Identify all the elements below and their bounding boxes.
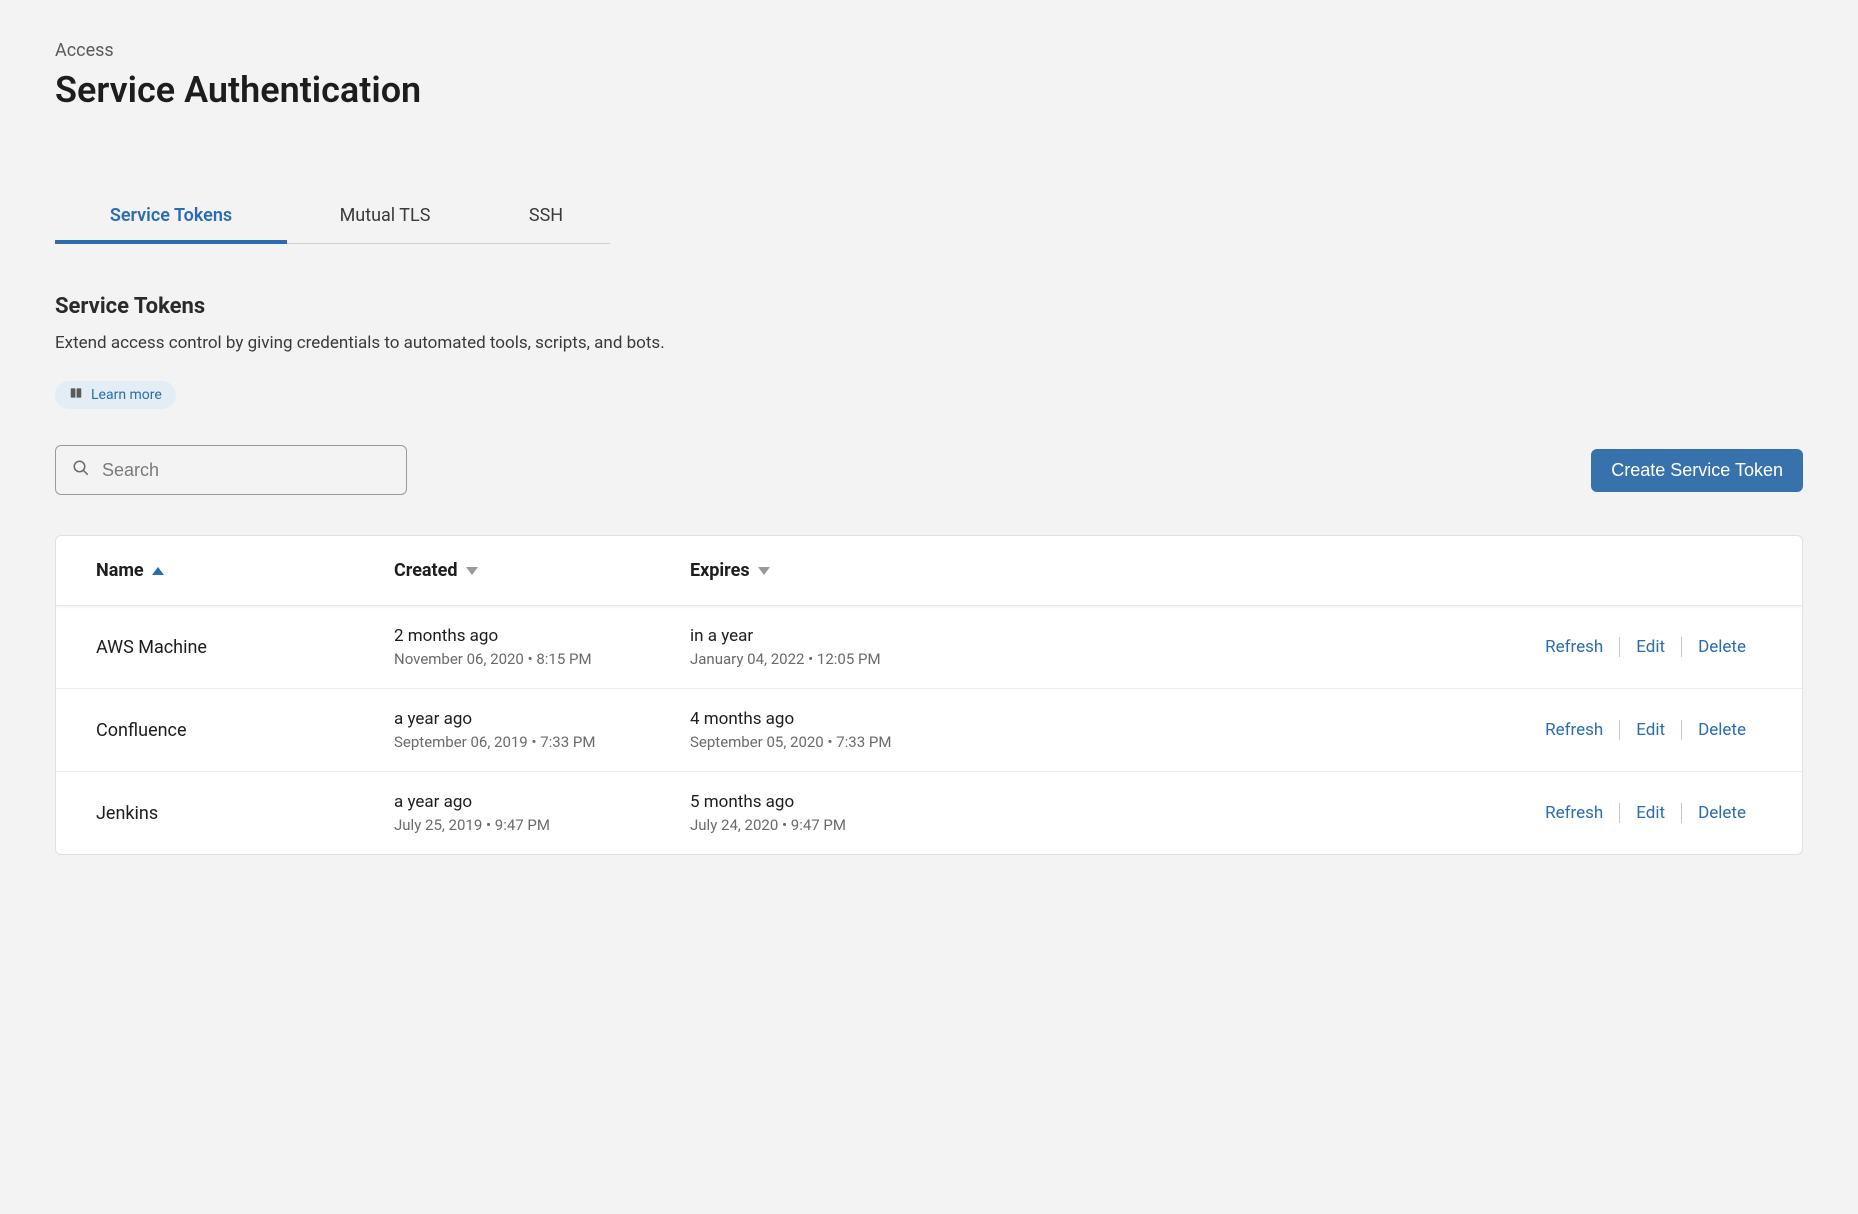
sort-icon <box>466 567 478 575</box>
breadcrumb[interactable]: Access <box>55 40 1803 61</box>
toolbar: Create Service Token <box>55 445 1803 495</box>
section-title: Service Tokens <box>55 294 1803 319</box>
tab-mutual-tls[interactable]: Mutual TLS <box>287 191 483 244</box>
delete-link[interactable]: Delete <box>1682 637 1762 657</box>
expires-absolute: January 04, 2022 • 12:05 PM <box>690 650 1502 668</box>
created-relative: a year ago <box>394 792 690 812</box>
table-row: AWS Machine 2 months ago November 06, 20… <box>56 606 1802 689</box>
refresh-link[interactable]: Refresh <box>1529 720 1619 740</box>
column-header-created-label: Created <box>394 560 458 581</box>
column-header-created[interactable]: Created <box>394 560 690 581</box>
created-absolute: November 06, 2020 • 8:15 PM <box>394 650 690 668</box>
expires-absolute: July 24, 2020 • 9:47 PM <box>690 816 1502 834</box>
refresh-link[interactable]: Refresh <box>1529 637 1619 657</box>
expires-absolute: September 05, 2020 • 7:33 PM <box>690 733 1502 751</box>
expires-relative: in a year <box>690 626 1502 646</box>
token-expires: 4 months ago September 05, 2020 • 7:33 P… <box>690 709 1502 751</box>
column-header-expires[interactable]: Expires <box>690 560 1762 581</box>
edit-link[interactable]: Edit <box>1620 720 1681 740</box>
token-expires: 5 months ago July 24, 2020 • 9:47 PM <box>690 792 1502 834</box>
service-tokens-table: Name Created Expires AWS Machine 2 month… <box>55 535 1803 855</box>
token-expires: in a year January 04, 2022 • 12:05 PM <box>690 626 1502 668</box>
table-header: Name Created Expires <box>56 536 1802 606</box>
book-icon <box>69 386 83 404</box>
token-name: Confluence <box>96 720 394 741</box>
token-name: AWS Machine <box>96 637 394 658</box>
token-created: 2 months ago November 06, 2020 • 8:15 PM <box>394 626 690 668</box>
learn-more-label: Learn more <box>91 387 162 403</box>
refresh-link[interactable]: Refresh <box>1529 803 1619 823</box>
column-header-name-label: Name <box>96 560 144 581</box>
row-actions: Refresh Edit Delete <box>1502 803 1762 823</box>
expires-relative: 5 months ago <box>690 792 1502 812</box>
create-service-token-button[interactable]: Create Service Token <box>1591 449 1803 492</box>
token-created: a year ago September 06, 2019 • 7:33 PM <box>394 709 690 751</box>
created-relative: 2 months ago <box>394 626 690 646</box>
search-box[interactable] <box>55 445 407 495</box>
table-row: Jenkins a year ago July 25, 2019 • 9:47 … <box>56 772 1802 854</box>
expires-relative: 4 months ago <box>690 709 1502 729</box>
tab-ssh[interactable]: SSH <box>483 191 609 244</box>
created-absolute: July 25, 2019 • 9:47 PM <box>394 816 690 834</box>
delete-link[interactable]: Delete <box>1682 720 1762 740</box>
column-header-expires-label: Expires <box>690 560 750 581</box>
tabs: Service Tokens Mutual TLS SSH <box>55 191 610 244</box>
tab-service-tokens[interactable]: Service Tokens <box>55 191 287 244</box>
search-icon <box>72 459 90 481</box>
sort-ascending-icon <box>152 567 164 575</box>
delete-link[interactable]: Delete <box>1682 803 1762 823</box>
created-absolute: September 06, 2019 • 7:33 PM <box>394 733 690 751</box>
search-input[interactable] <box>102 460 390 481</box>
column-header-name[interactable]: Name <box>96 560 394 581</box>
table-row: Confluence a year ago September 06, 2019… <box>56 689 1802 772</box>
created-relative: a year ago <box>394 709 690 729</box>
row-actions: Refresh Edit Delete <box>1502 637 1762 657</box>
token-name: Jenkins <box>96 803 394 824</box>
page-title: Service Authentication <box>55 69 1803 111</box>
token-created: a year ago July 25, 2019 • 9:47 PM <box>394 792 690 834</box>
section-description: Extend access control by giving credenti… <box>55 333 1803 353</box>
edit-link[interactable]: Edit <box>1620 637 1681 657</box>
sort-icon <box>758 567 770 575</box>
row-actions: Refresh Edit Delete <box>1502 720 1762 740</box>
learn-more-link[interactable]: Learn more <box>55 381 176 409</box>
edit-link[interactable]: Edit <box>1620 803 1681 823</box>
